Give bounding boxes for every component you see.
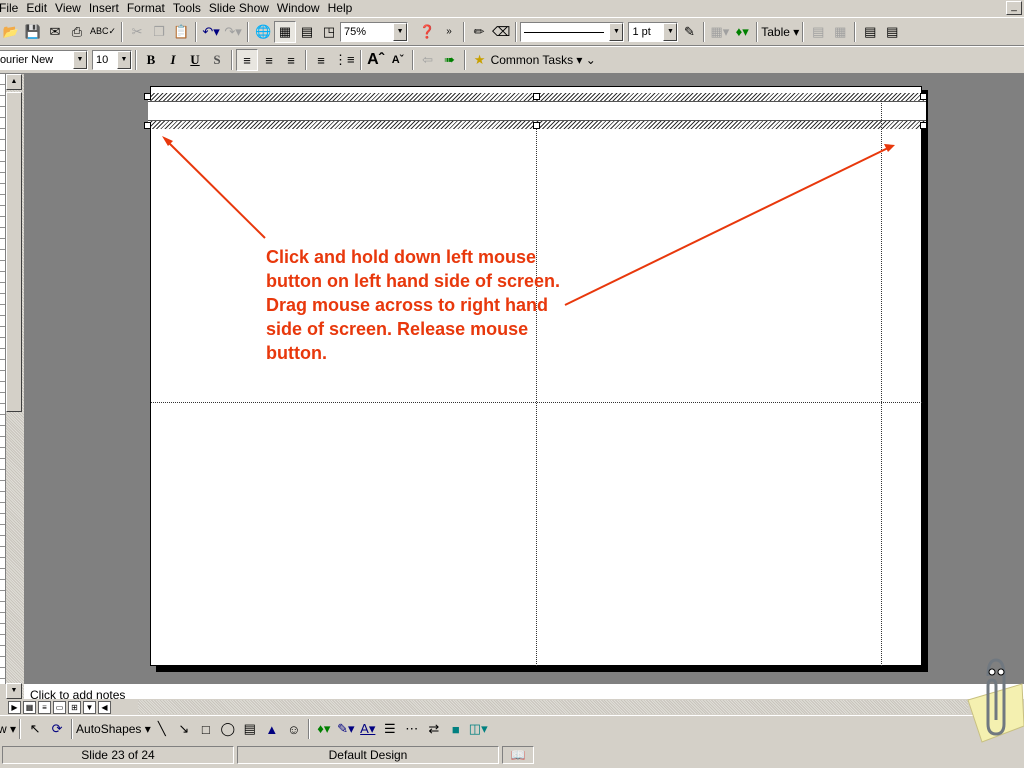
clip-art-icon[interactable]: ☺ bbox=[283, 718, 305, 740]
line-style-icon[interactable]: ☰ bbox=[379, 718, 401, 740]
scroll-left-icon[interactable]: ◀ bbox=[98, 700, 111, 714]
select-pointer-icon[interactable]: ↖ bbox=[24, 718, 46, 740]
free-rotate-icon[interactable]: ⟳ bbox=[46, 718, 68, 740]
normal-view-icon[interactable]: ▦ bbox=[23, 700, 36, 714]
notes-placeholder: Click to add notes bbox=[30, 688, 126, 699]
view-bar: ▶ ▦ ≡ ▭ ⊞ ▼ ◀ bbox=[0, 699, 1024, 715]
shadow-icon[interactable]: ■ bbox=[445, 718, 467, 740]
arrow-icon[interactable]: ↘ bbox=[173, 718, 195, 740]
office-assistant-icon[interactable] bbox=[962, 656, 1024, 746]
callout-arrows bbox=[162, 136, 895, 306]
toolbar-separator bbox=[71, 719, 74, 739]
dash-style-icon[interactable]: ⋯ bbox=[401, 718, 423, 740]
slide-position: Slide 23 of 24 bbox=[2, 746, 234, 764]
status-bar: Slide 23 of 24 Default Design 📖 bbox=[0, 742, 1024, 768]
outline-view-icon[interactable]: ≡ bbox=[38, 700, 51, 714]
font-color-icon[interactable]: A▾ bbox=[357, 718, 379, 740]
text-box-icon[interactable]: ▤ bbox=[239, 718, 261, 740]
assistant-eye bbox=[997, 668, 1005, 676]
toolbar-separator bbox=[19, 719, 22, 739]
left-arrow-line bbox=[167, 141, 266, 239]
line-icon[interactable]: ╲ bbox=[151, 718, 173, 740]
spelling-status-icon: 📖 bbox=[502, 746, 534, 764]
scroll-right-small-icon[interactable]: ▶ bbox=[8, 700, 21, 714]
notes-pane[interactable]: Click to add notes bbox=[24, 683, 1024, 699]
design-template-name: Default Design bbox=[237, 746, 499, 764]
rectangle-icon[interactable]: □ bbox=[195, 718, 217, 740]
horizontal-scrollbar[interactable] bbox=[138, 700, 968, 714]
wordart-icon[interactable]: ▲ bbox=[261, 718, 283, 740]
assistant-eye bbox=[988, 668, 996, 676]
autoshapes-menu-button[interactable]: AutoShapes ▾ bbox=[76, 722, 151, 736]
right-arrow-line bbox=[564, 147, 889, 306]
line-color-icon[interactable]: ✎▾ bbox=[335, 718, 357, 740]
toolbar-separator bbox=[307, 719, 310, 739]
drawing-toolbar: w ▾ ↖ ⟳ AutoShapes ▾ ╲ ↘ □ ◯ ▤ ▲ ☺ ♦▾ ✎▾… bbox=[0, 715, 1024, 742]
slide-view-icon[interactable]: ▭ bbox=[53, 700, 66, 714]
instruction-callout: Click and hold down left mouse button on… bbox=[266, 247, 561, 363]
fill-color-icon[interactable]: ♦▾ bbox=[313, 718, 335, 740]
arrow-style-icon[interactable]: ⇄ bbox=[423, 718, 445, 740]
slide-sorter-view-icon[interactable]: ⊞ bbox=[68, 700, 81, 714]
slide-show-icon[interactable]: ▼ bbox=[83, 700, 96, 714]
draw-menu-dropdown[interactable]: w ▾ bbox=[0, 722, 16, 736]
right-arrowhead bbox=[884, 144, 895, 152]
3d-icon[interactable]: ◫▾ bbox=[467, 718, 490, 740]
oval-icon[interactable]: ◯ bbox=[217, 718, 239, 740]
